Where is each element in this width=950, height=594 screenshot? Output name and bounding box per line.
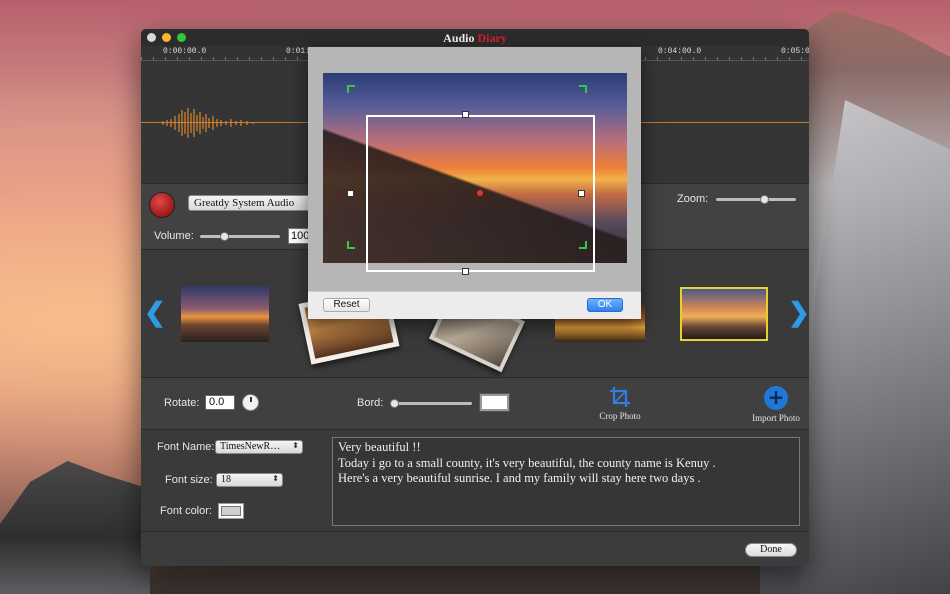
rotate-label: Rotate: — [164, 397, 200, 409]
crop-handle-top[interactable] — [462, 111, 469, 118]
volume-slider[interactable] — [200, 235, 280, 238]
note-text-area[interactable]: Very beautiful !! Today i go to a small … — [332, 437, 800, 526]
note-line: Today i go to a small county, it's very … — [338, 455, 716, 470]
crop-dialog-footer: Reset OK — [308, 291, 641, 319]
ruler-label: 0:00:00.0 — [163, 47, 207, 56]
text-style-panel: Font Name: TimesNewR… ⬍ Font size: 18 ⬍ … — [141, 429, 809, 531]
done-button[interactable]: Done — [745, 543, 797, 557]
import-photo-button[interactable]: + Import Photo — [749, 386, 803, 423]
font-size-value: 18 — [221, 474, 231, 485]
border-slider[interactable] — [392, 402, 472, 405]
reset-button[interactable]: Reset — [323, 298, 370, 312]
crop-photo-label: Crop Photo — [599, 411, 641, 421]
rotate-input[interactable]: 0.0 — [205, 395, 235, 410]
waveform-signal — [162, 108, 254, 138]
zoom-slider-knob[interactable] — [760, 195, 769, 204]
crop-icon — [610, 387, 630, 407]
border-slider-knob[interactable] — [390, 399, 399, 408]
crop-center-dot[interactable] — [477, 190, 483, 196]
font-name-value: TimesNewR… — [220, 441, 281, 452]
record-button[interactable] — [149, 192, 175, 218]
crop-preview-image — [323, 73, 627, 275]
app-title: Audio Diary — [141, 31, 809, 46]
font-name-label: Font Name: — [157, 441, 215, 453]
chevron-updown-icon: ⬍ — [272, 474, 279, 483]
crop-handle-left[interactable] — [347, 190, 354, 197]
volume-slider-knob[interactable] — [220, 232, 229, 241]
border-label: Bord: — [357, 397, 384, 409]
app-title-part1: Audio — [443, 31, 475, 45]
rotate-dial[interactable] — [242, 394, 259, 411]
crop-corner-bottom-right[interactable] — [579, 241, 587, 249]
crop-corner-top-left[interactable] — [347, 85, 355, 93]
volume-label: Volume: — [154, 230, 194, 242]
background-hills — [0, 461, 150, 594]
plus-icon: + — [764, 386, 788, 410]
ok-button[interactable]: OK — [587, 298, 623, 312]
note-line: Here's a very beautiful sunrise. I and m… — [338, 471, 701, 485]
crop-dialog: Reset OK — [308, 47, 641, 319]
import-photo-label: Import Photo — [752, 413, 800, 423]
crop-handle-bottom[interactable] — [462, 268, 469, 275]
font-size-select[interactable]: 18 ⬍ — [216, 473, 283, 487]
crop-photo-button[interactable]: Crop Photo — [595, 386, 645, 421]
chevron-left-icon[interactable]: ❮ — [144, 299, 166, 325]
app-title-part2: Diary — [477, 31, 507, 45]
audio-source-select[interactable]: Greatdy System Audio — [188, 195, 313, 211]
crop-corner-bottom-left[interactable] — [347, 241, 355, 249]
photo-thumbnail-selected[interactable] — [680, 287, 768, 341]
font-name-select[interactable]: TimesNewR… ⬍ — [215, 440, 303, 454]
ruler-label: 0:05:00 — [781, 47, 809, 56]
note-line: Very beautiful !! — [338, 440, 421, 454]
photo-tools-bar: Rotate: 0.0 Bord: Crop Photo + Import Ph… — [141, 377, 809, 429]
crop-corner-top-right[interactable] — [579, 85, 587, 93]
font-color-label: Font color: — [160, 505, 212, 517]
footer-bar: Done — [141, 531, 809, 566]
zoom-slider[interactable] — [716, 198, 796, 201]
photo-thumbnail[interactable] — [181, 286, 269, 342]
ruler-label: 0:04:00.0 — [658, 47, 702, 56]
zoom-label: Zoom: — [677, 193, 709, 205]
border-color-swatch[interactable] — [479, 393, 510, 412]
chevron-right-icon[interactable]: ❯ — [788, 299, 809, 325]
chevron-updown-icon: ⬍ — [292, 441, 299, 450]
volume-value-field[interactable]: 100 — [288, 228, 310, 244]
crop-handle-right[interactable] — [578, 190, 585, 197]
title-bar: Audio Diary — [141, 29, 809, 46]
font-color-swatch[interactable] — [218, 503, 244, 519]
font-size-label: Font size: — [165, 474, 213, 486]
